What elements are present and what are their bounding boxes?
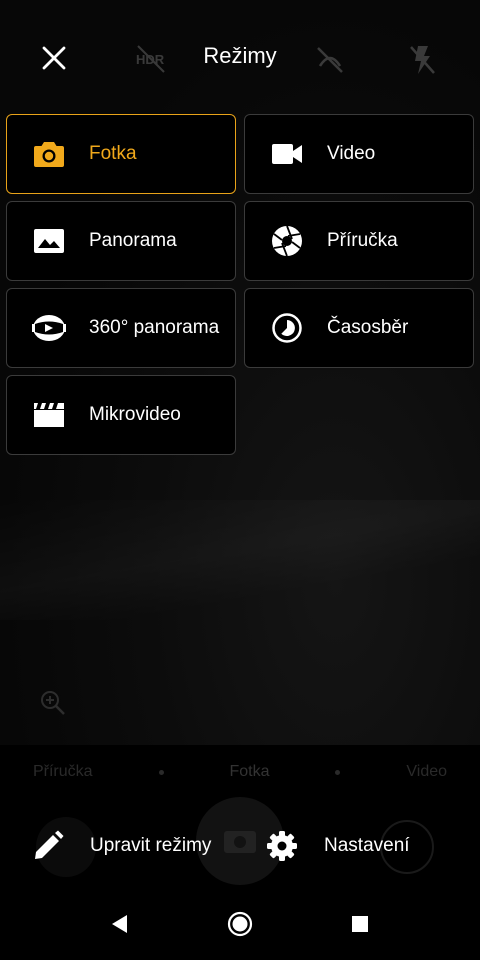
- movie-clapper-icon: [31, 397, 67, 433]
- back-triangle-icon: [112, 915, 127, 933]
- mode-timelapse[interactable]: Časosběr: [244, 288, 474, 368]
- bg-dot: [335, 769, 341, 775]
- mode-label: Fotka: [89, 143, 137, 164]
- zoom-icon: [41, 691, 65, 715]
- navigation-bar: [0, 888, 480, 960]
- preview-sheen: [0, 500, 480, 620]
- mode-label: 360° panorama: [89, 317, 220, 338]
- settings-label: Nastavení: [324, 835, 410, 856]
- mode-label: Panorama: [89, 230, 177, 251]
- bg-mode-manual: Příručka: [32, 763, 93, 780]
- modes-header: Režimy: [0, 0, 480, 112]
- page-title: Režimy: [203, 43, 277, 68]
- edit-modes-label: Upravit režimy: [90, 835, 212, 856]
- mode-label: Video: [327, 143, 376, 164]
- mode-label: Příručka: [327, 230, 398, 251]
- gear-icon: [267, 831, 297, 861]
- mode-panorama[interactable]: Panorama: [6, 201, 236, 281]
- mode-microvideo[interactable]: Mikrovideo: [6, 375, 236, 455]
- mode-label: Časosběr: [327, 317, 409, 338]
- back-button[interactable]: [98, 902, 142, 946]
- bg-dot: [158, 769, 164, 775]
- edit-modes-button[interactable]: Upravit režimy: [32, 830, 211, 862]
- modes-actions: Upravit režimy Nastavení: [0, 820, 480, 876]
- settings-button[interactable]: Nastavení: [266, 830, 410, 862]
- mode-360-panorama[interactable]: 360° panorama: [6, 288, 236, 368]
- camera-icon: [31, 136, 67, 172]
- recents-square-icon: [352, 916, 368, 932]
- mode-photo[interactable]: Fotka: [6, 114, 236, 194]
- timelapse-icon: [269, 310, 305, 346]
- aperture-icon: [269, 223, 305, 259]
- background-mode-strip: Příručka Fotka Video: [0, 760, 480, 784]
- mode-manual[interactable]: Příručka: [244, 201, 474, 281]
- bg-mode-video: Video: [406, 763, 448, 780]
- landscape-icon: [31, 223, 67, 259]
- pencil-icon: [35, 830, 64, 859]
- recents-button[interactable]: [338, 902, 382, 946]
- panorama-360-icon: [31, 310, 67, 346]
- bg-mode-photo: Fotka: [229, 763, 270, 780]
- home-button[interactable]: [218, 902, 262, 946]
- home-circle-icon: [227, 911, 253, 937]
- mode-video[interactable]: Video: [244, 114, 474, 194]
- mode-label: Mikrovideo: [89, 404, 181, 425]
- videocam-icon: [269, 136, 305, 172]
